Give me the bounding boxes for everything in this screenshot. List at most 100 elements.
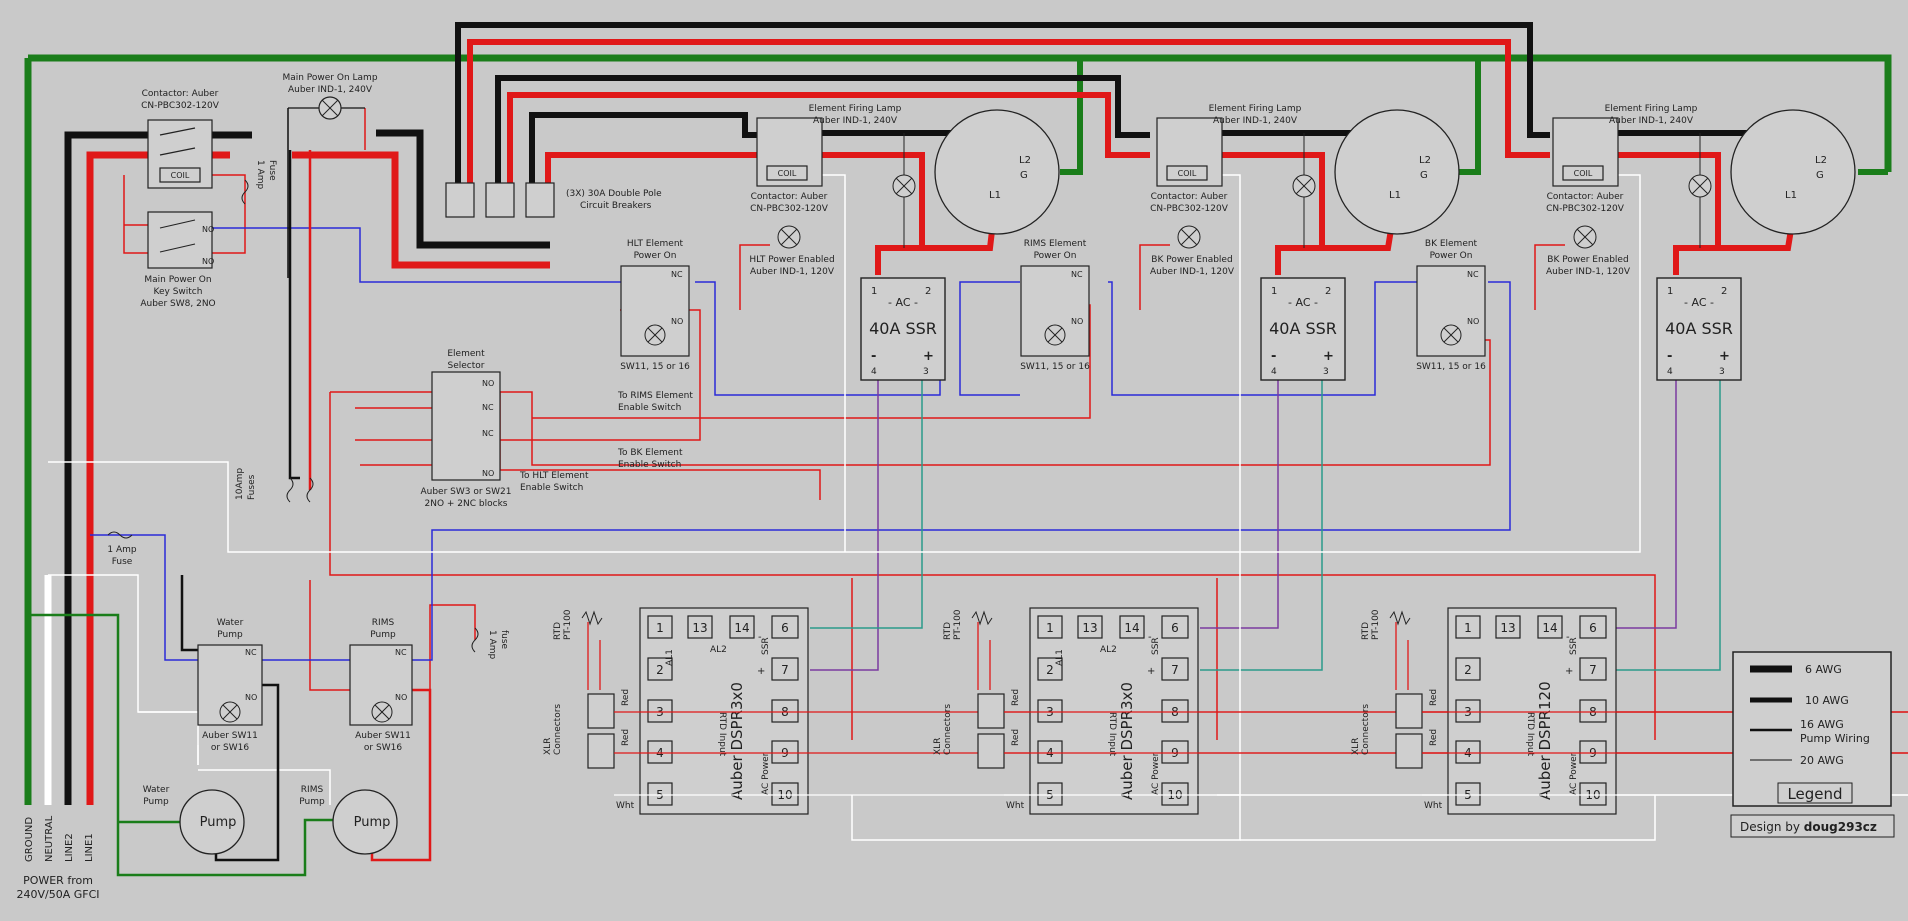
svg-text:13: 13 (1082, 621, 1097, 635)
svg-text:2: 2 (1721, 286, 1727, 297)
svg-text:Auber SW8, 2NO: Auber SW8, 2NO (140, 299, 215, 309)
svg-text:To RIMS Element: To RIMS Element (617, 391, 693, 401)
svg-text:AC Power: AC Power (1151, 752, 1161, 795)
firing-lamp-label: Element Firing Lamp (1209, 104, 1302, 114)
svg-text:Auber SW11: Auber SW11 (355, 731, 411, 741)
svg-text:3: 3 (1323, 367, 1329, 377)
svg-text:10Amp: 10Amp (235, 468, 245, 500)
svg-text:NO: NO (245, 693, 257, 702)
svg-text:SSR: SSR (761, 637, 771, 655)
svg-text:Selector: Selector (448, 361, 485, 371)
svg-text:Pump Wiring: Pump Wiring (1800, 732, 1870, 745)
svg-text:Enable Switch: Enable Switch (618, 460, 681, 470)
svg-text:7: 7 (1171, 663, 1179, 677)
svg-text:Pump: Pump (200, 815, 237, 830)
svg-text:Element: Element (447, 349, 485, 359)
svg-text:6: 6 (781, 621, 789, 635)
svg-text:Auber IND-1, 120V: Auber IND-1, 120V (1150, 267, 1235, 277)
svg-text:Auber IND-1, 120V: Auber IND-1, 120V (750, 267, 835, 277)
svg-text:Contactor: Auber: Contactor: Auber (142, 89, 219, 99)
svg-text:Pump: Pump (370, 630, 396, 640)
svg-text:Wht: Wht (616, 801, 635, 811)
svg-text:Wht: Wht (1006, 801, 1025, 811)
element-socket-icon (934, 109, 1060, 235)
wiring-diagram: COIL Contactor: Auber CN-PBC302-120V Mai… (16, 22, 1908, 901)
svg-text:PT-100: PT-100 (563, 609, 573, 640)
ground-label: G (1420, 170, 1428, 181)
svg-text:NO: NO (671, 317, 683, 326)
svg-text:CN-PBC302-120V: CN-PBC302-120V (141, 101, 220, 111)
legend-20awg: 20 AWG (1800, 754, 1844, 767)
controller-1: 1234513 14 678910Auber DSPR3x0 AC PowerSSR-… (543, 607, 1908, 815)
rtd-label: RTD (553, 622, 563, 640)
svg-text:NC: NC (482, 429, 494, 438)
enabled-lamp-label: BK Power Enabled (1151, 255, 1232, 265)
svg-text:RIMS: RIMS (301, 785, 324, 795)
controller-model: Auber DSPR3x0 (1118, 682, 1136, 800)
legend-6awg: 6 AWG (1805, 663, 1842, 676)
firing-lamp-label: Element Firing Lamp (809, 104, 902, 114)
svg-text:- AC -: - AC - (1288, 296, 1318, 309)
l2-label: L2 (1815, 155, 1827, 166)
enabled-lamp-label: BK Power Enabled (1547, 255, 1628, 265)
svg-text:Connectors: Connectors (943, 704, 953, 755)
svg-text:Pump: Pump (299, 797, 325, 807)
svg-text:NO: NO (202, 225, 214, 234)
svg-text:To BK Element: To BK Element (617, 448, 683, 458)
svg-text:NO: NO (482, 469, 494, 478)
switch-part-label: SW11, 15 or 16 (620, 362, 690, 372)
firing-lamp-label: Element Firing Lamp (1605, 104, 1698, 114)
svg-text:+: + (1565, 666, 1573, 677)
temperature-controllers: 1234513 14 678910Auber DSPR3x0 AC PowerSSR-… (543, 607, 1908, 815)
ssr-title: 40A SSR (1665, 319, 1733, 338)
svg-text:+: + (757, 666, 765, 677)
svg-text:Power On: Power On (1430, 251, 1473, 261)
main-key-switch: NO NO Main Power On Key Switch Auber SW8… (140, 211, 216, 309)
xlr-label: XLR (543, 738, 553, 755)
main-power-lamp: Main Power On Lamp Auber IND-1, 240V (282, 73, 378, 120)
svg-text:Enable Switch: Enable Switch (520, 483, 583, 493)
element-circuits: COIL Contactor: Auber CN-PBC302-120V Elemen… (620, 104, 1856, 381)
svg-text:1: 1 (1464, 621, 1472, 635)
svg-text:Red: Red (1429, 689, 1439, 706)
svg-text:- AC -: - AC - (1684, 296, 1714, 309)
svg-text:Power On: Power On (634, 251, 677, 261)
svg-text:or SW16: or SW16 (364, 743, 402, 753)
svg-text:1: 1 (871, 286, 877, 297)
svg-text:3: 3 (1719, 367, 1725, 377)
svg-text:NC: NC (1071, 270, 1083, 279)
svg-text:2: 2 (1046, 663, 1054, 677)
svg-text:LINE1: LINE1 (84, 833, 95, 862)
svg-text:1: 1 (656, 621, 664, 635)
svg-text:Fuse: Fuse (112, 557, 133, 567)
svg-text:4: 4 (871, 367, 877, 377)
svg-text:1: 1 (1271, 286, 1277, 297)
svg-text:4: 4 (1667, 367, 1673, 377)
svg-text:Pump: Pump (217, 630, 243, 640)
power-source-label: GROUND NEUTRAL LINE2 LINE1 POWER from 24… (16, 815, 99, 901)
svg-text:Auber IND-1, 240V: Auber IND-1, 240V (1213, 116, 1298, 126)
enabled-lamp-label: HLT Power Enabled (749, 255, 834, 265)
svg-text:GROUND: GROUND (24, 817, 35, 862)
water-pump: Pump Water Pump (143, 785, 245, 855)
legend: 6 AWG 10 AWG 16 AWG Pump Wiring 20 AWG L… (1732, 651, 1892, 807)
svg-text:2: 2 (656, 663, 664, 677)
svg-text:Water: Water (217, 618, 244, 628)
l2-label: L2 (1019, 155, 1031, 166)
svg-text:-: - (1271, 349, 1276, 364)
svg-text:+: + (923, 349, 934, 364)
ssr-title: 40A SSR (869, 319, 937, 338)
svg-text:fuse: fuse (499, 630, 509, 650)
legend-title: Legend (1787, 785, 1842, 803)
svg-text:NC: NC (1467, 270, 1479, 279)
svg-text:AC Power: AC Power (761, 752, 771, 795)
design-credit: Design by doug293cz (1730, 814, 1895, 838)
element-socket-icon (1730, 109, 1856, 235)
svg-text:CN-PBC302-120V: CN-PBC302-120V (1150, 204, 1229, 214)
svg-text:Pump: Pump (143, 797, 169, 807)
svg-text:POWER from: POWER from (23, 874, 93, 887)
legend-16awg: 16 AWG (1800, 718, 1844, 731)
ten-amp-fuses: 10Amp Fuses (235, 468, 314, 503)
power-on-label: HLT Element (627, 239, 684, 249)
svg-text:NC: NC (395, 648, 407, 657)
